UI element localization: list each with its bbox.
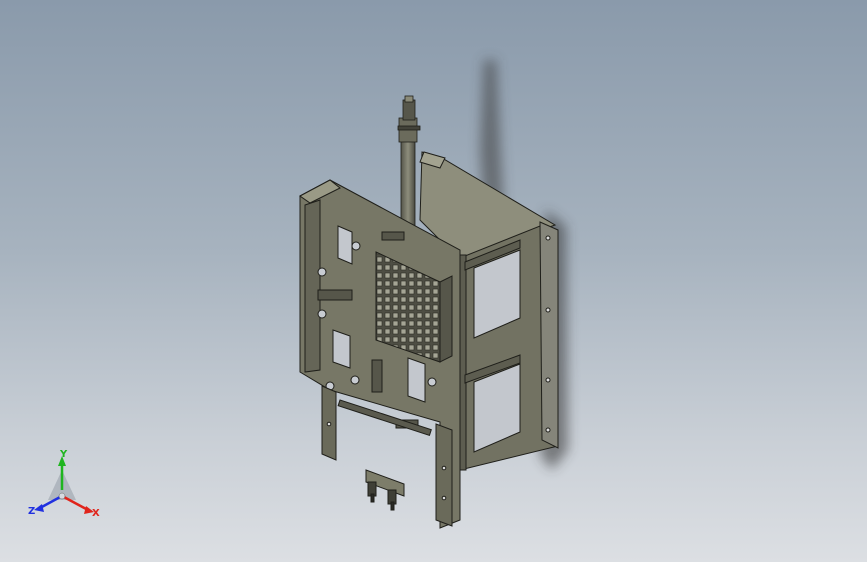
y-axis-label: Y [59, 449, 68, 460]
axis-triad: Y X Z [28, 449, 100, 519]
x-axis-label: X [92, 508, 100, 519]
graphics-viewport[interactable]: Y X Z [0, 0, 867, 562]
z-axis-label: Z [28, 506, 35, 517]
3d-assembly-model[interactable] [0, 0, 867, 562]
bottom-bracket[interactable] [365, 469, 405, 511]
